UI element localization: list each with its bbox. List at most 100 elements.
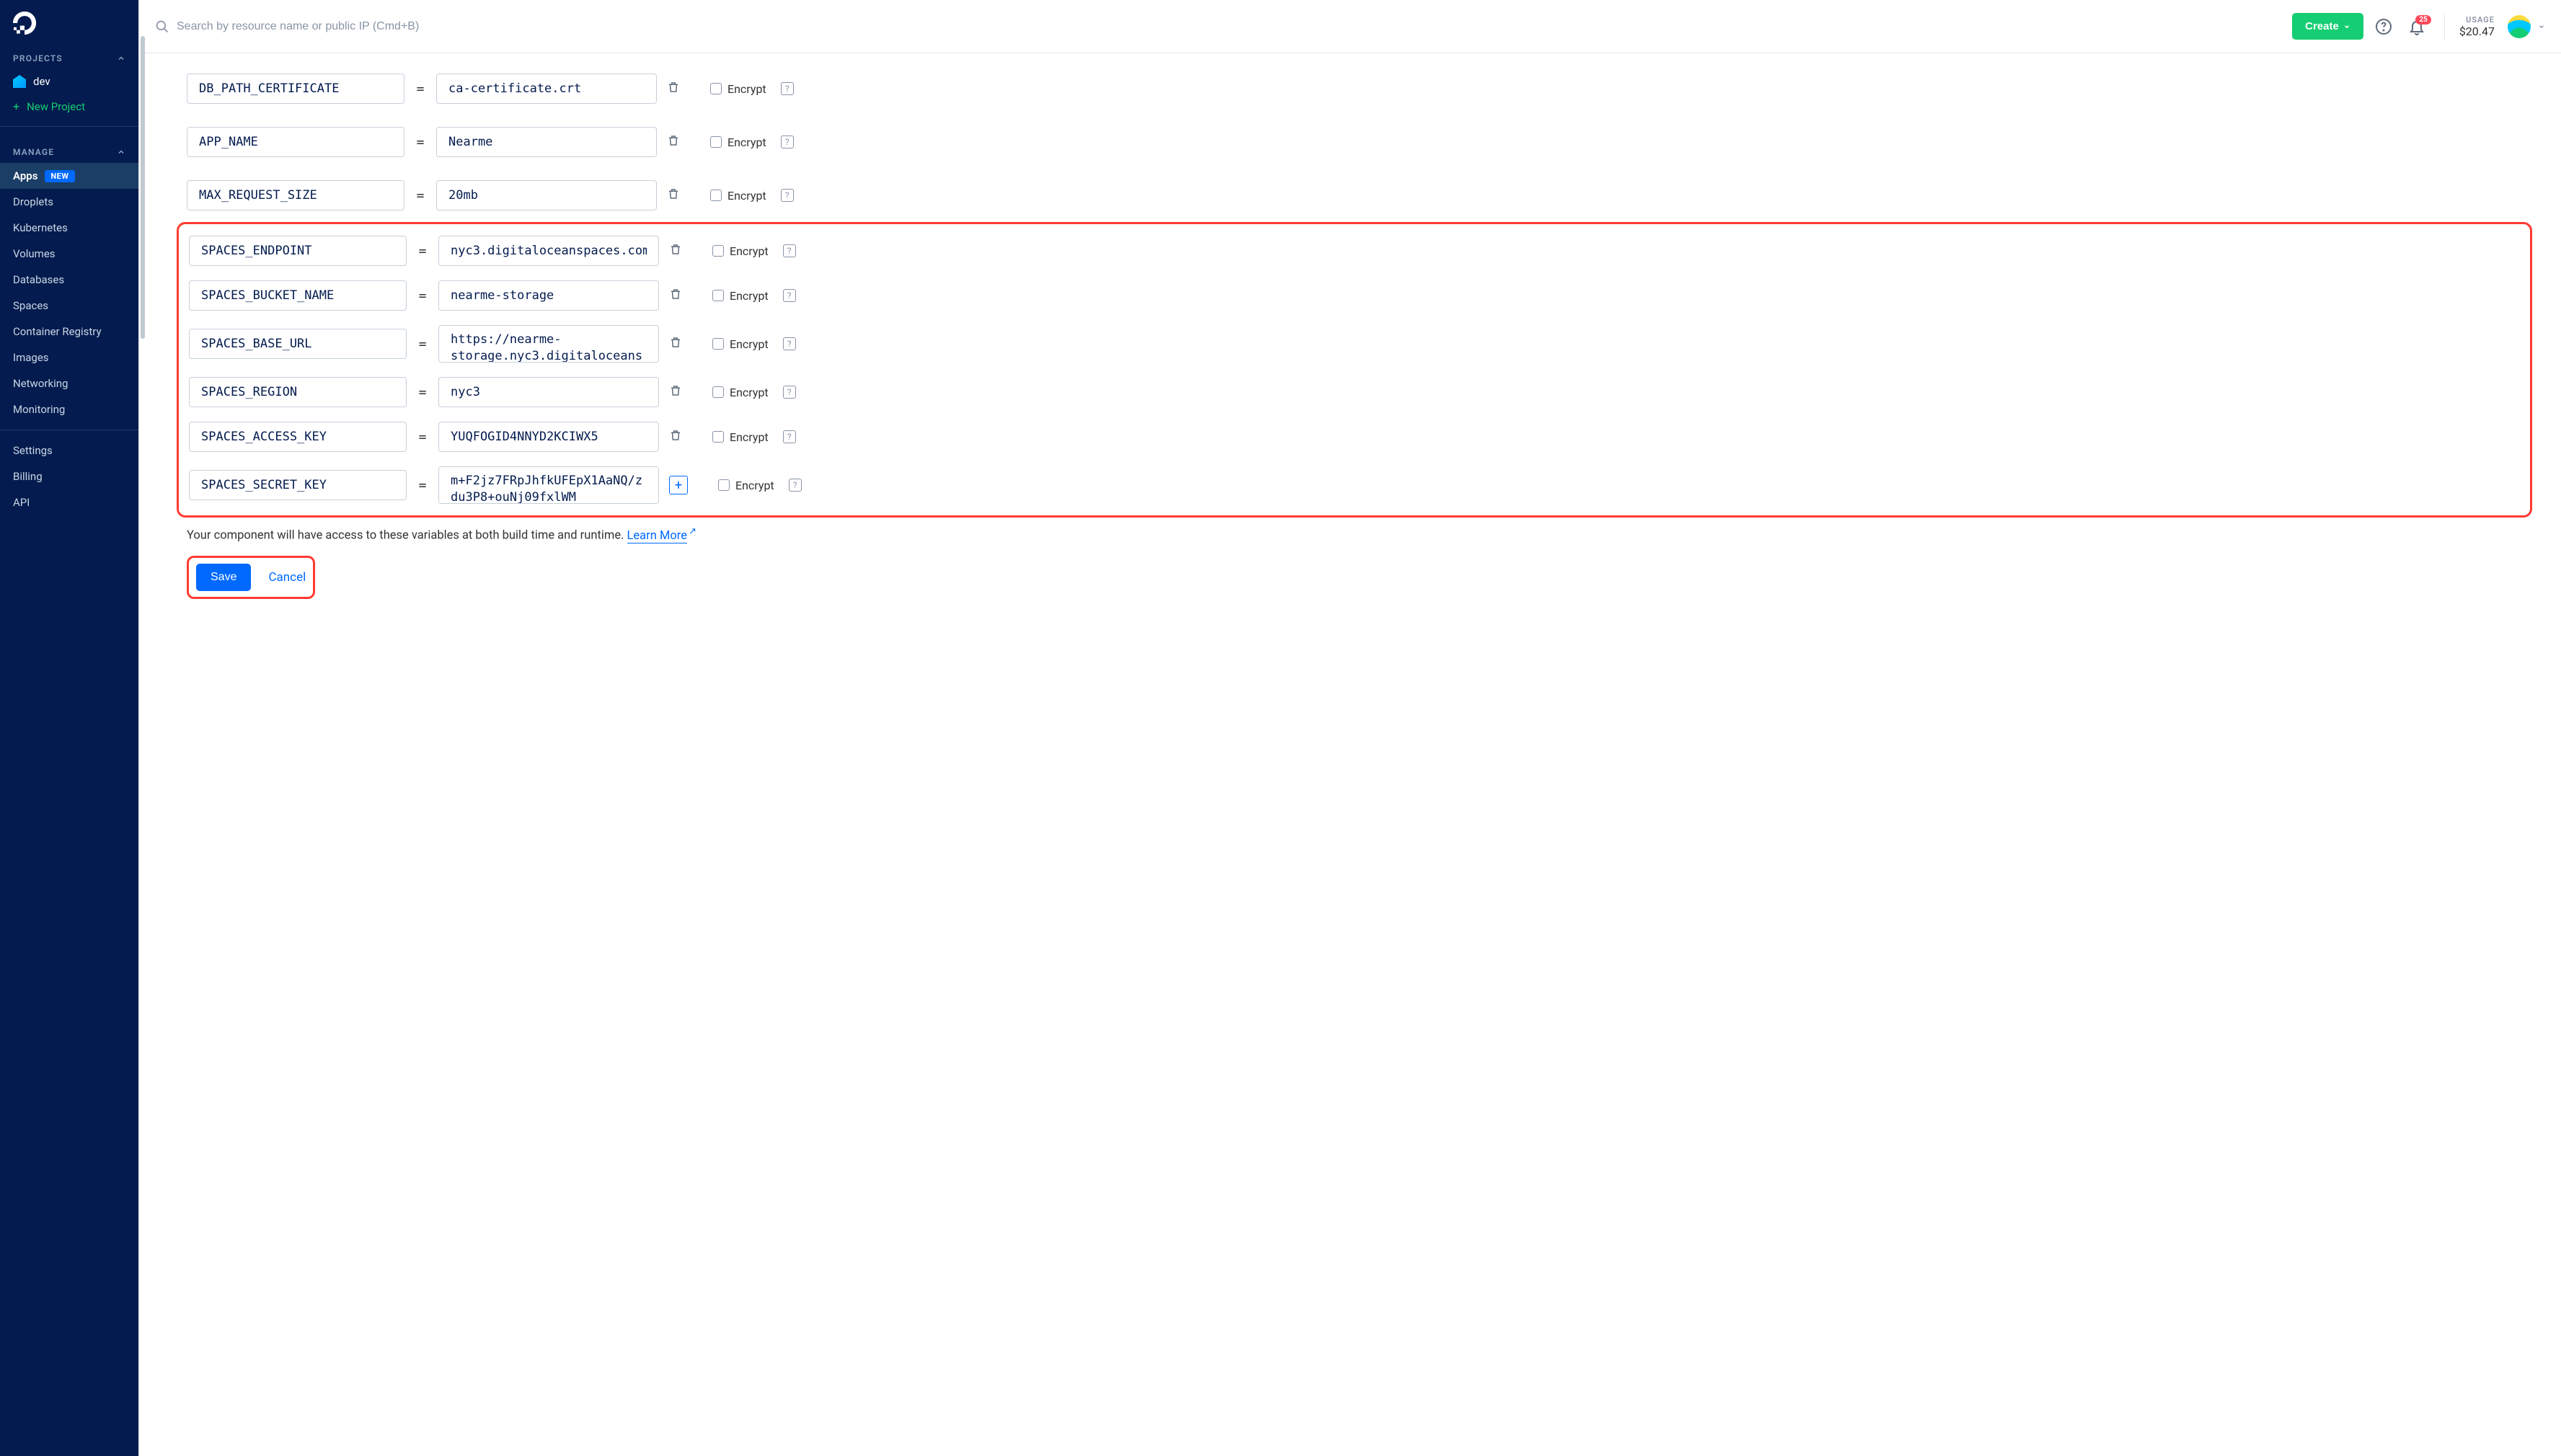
notifications-button[interactable]: 25 <box>2404 14 2430 40</box>
cancel-button[interactable]: Cancel <box>268 570 306 585</box>
delete-env-button[interactable] <box>667 187 680 203</box>
env-key-input[interactable] <box>189 422 407 452</box>
nav-item-kubernetes[interactable]: Kubernetes <box>0 215 138 241</box>
env-key-input[interactable] <box>187 180 404 210</box>
env-value-input[interactable] <box>438 377 659 407</box>
delete-env-button[interactable] <box>669 429 682 445</box>
nav-item-apps[interactable]: AppsNEW <box>0 163 138 189</box>
env-note: Your component will have access to these… <box>187 526 2532 543</box>
env-value-input[interactable] <box>438 280 659 311</box>
env-value-input[interactable] <box>436 127 657 157</box>
usage-display[interactable]: USAGE $20.47 <box>2459 15 2495 38</box>
encrypt-help-button[interactable]: ? <box>789 479 802 492</box>
env-value-input[interactable] <box>436 74 657 104</box>
logo[interactable] <box>0 0 138 40</box>
encrypt-help-button[interactable]: ? <box>783 430 796 443</box>
env-row: =Encrypt? <box>179 273 2523 318</box>
encrypt-toggle[interactable]: Encrypt <box>712 430 769 444</box>
nav-item-label: Databases <box>13 273 64 286</box>
encrypt-toggle[interactable]: Encrypt <box>712 337 769 351</box>
plus-icon: + <box>13 99 19 113</box>
env-key-input[interactable] <box>187 127 404 157</box>
equals-sign: = <box>418 244 427 259</box>
encrypt-toggle[interactable]: Encrypt <box>718 479 774 492</box>
delete-env-button[interactable] <box>669 288 682 303</box>
bottom-list: SettingsBillingAPI <box>0 438 138 515</box>
highlight-box: =Encrypt?=Encrypt?=Encrypt?=Encrypt?=Enc… <box>177 222 2532 518</box>
encrypt-label: Encrypt <box>730 386 769 399</box>
encrypt-help-button[interactable]: ? <box>783 289 796 302</box>
encrypt-checkbox[interactable] <box>710 136 722 148</box>
env-key-input[interactable] <box>189 236 407 266</box>
nav-item-databases[interactable]: Databases <box>0 267 138 293</box>
avatar[interactable] <box>2508 15 2531 38</box>
learn-more-link[interactable]: Learn More <box>627 529 687 543</box>
encrypt-help-button[interactable]: ? <box>783 337 796 350</box>
delete-env-button[interactable] <box>667 81 680 97</box>
encrypt-checkbox[interactable] <box>712 431 724 443</box>
add-env-button[interactable]: + <box>669 476 688 494</box>
nav-item-images[interactable]: Images <box>0 345 138 370</box>
delete-env-button[interactable] <box>667 134 680 150</box>
delete-env-button[interactable] <box>669 384 682 400</box>
nav-item-volumes[interactable]: Volumes <box>0 241 138 267</box>
env-value-input[interactable] <box>438 422 659 452</box>
trash-icon <box>667 187 680 200</box>
nav-item-droplets[interactable]: Droplets <box>0 189 138 215</box>
new-project-button[interactable]: + New Project <box>0 94 138 119</box>
encrypt-checkbox[interactable] <box>710 83 722 94</box>
encrypt-checkbox[interactable] <box>712 338 724 350</box>
encrypt-toggle[interactable]: Encrypt <box>710 136 766 149</box>
env-value-input[interactable] <box>438 236 659 266</box>
encrypt-checkbox[interactable] <box>712 290 724 301</box>
create-button[interactable]: Create <box>2292 13 2363 40</box>
env-value-input[interactable] <box>438 466 659 504</box>
env-value-input[interactable] <box>436 180 657 210</box>
delete-env-button[interactable] <box>669 243 682 259</box>
trash-icon <box>669 384 682 397</box>
nav-item-networking[interactable]: Networking <box>0 370 138 396</box>
encrypt-help-button[interactable]: ? <box>783 386 796 399</box>
save-button[interactable]: Save <box>196 564 251 591</box>
equals-sign: = <box>416 135 425 150</box>
delete-env-button[interactable] <box>669 336 682 352</box>
search-input[interactable] <box>177 20 2285 33</box>
nav-item-settings[interactable]: Settings <box>0 438 138 463</box>
encrypt-checkbox[interactable] <box>712 386 724 398</box>
encrypt-toggle[interactable]: Encrypt <box>712 244 769 258</box>
encrypt-toggle[interactable]: Encrypt <box>710 189 766 203</box>
encrypt-toggle[interactable]: Encrypt <box>712 289 769 303</box>
encrypt-help-button[interactable]: ? <box>783 244 796 257</box>
encrypt-help-button[interactable]: ? <box>781 136 794 148</box>
nav-item-container-registry[interactable]: Container Registry <box>0 319 138 345</box>
nav-item-spaces[interactable]: Spaces <box>0 293 138 319</box>
encrypt-help-button[interactable]: ? <box>781 82 794 95</box>
encrypt-toggle[interactable]: Encrypt <box>712 386 769 399</box>
env-row: =Encrypt? <box>179 318 2523 370</box>
env-key-input[interactable] <box>187 74 404 104</box>
encrypt-checkbox[interactable] <box>710 190 722 201</box>
projects-heading[interactable]: PROJECTS <box>0 40 138 69</box>
env-value-input[interactable] <box>438 325 659 363</box>
env-key-input[interactable] <box>189 280 407 311</box>
chevron-down-icon[interactable] <box>2538 23 2545 30</box>
manage-heading[interactable]: MANAGE <box>0 134 138 163</box>
env-key-input[interactable] <box>189 470 407 500</box>
nav-item-api[interactable]: API <box>0 489 138 515</box>
encrypt-help-button[interactable]: ? <box>781 189 794 202</box>
usage-label: USAGE <box>2459 15 2495 25</box>
sidebar: PROJECTS dev + New Project MANAGE AppsNE… <box>0 0 138 1456</box>
encrypt-toggle[interactable]: Encrypt <box>710 82 766 96</box>
nav-item-label: Apps <box>13 169 37 182</box>
encrypt-checkbox[interactable] <box>712 245 724 257</box>
equals-sign: = <box>416 81 425 97</box>
encrypt-checkbox[interactable] <box>718 479 730 491</box>
nav-item-billing[interactable]: Billing <box>0 463 138 489</box>
project-item-dev[interactable]: dev <box>0 69 138 94</box>
env-key-input[interactable] <box>189 329 407 359</box>
help-button[interactable] <box>2371 14 2397 40</box>
env-row: =Encrypt? <box>179 370 2523 414</box>
nav-item-monitoring[interactable]: Monitoring <box>0 396 138 422</box>
env-row: =+Encrypt? <box>179 459 2523 511</box>
env-key-input[interactable] <box>189 377 407 407</box>
